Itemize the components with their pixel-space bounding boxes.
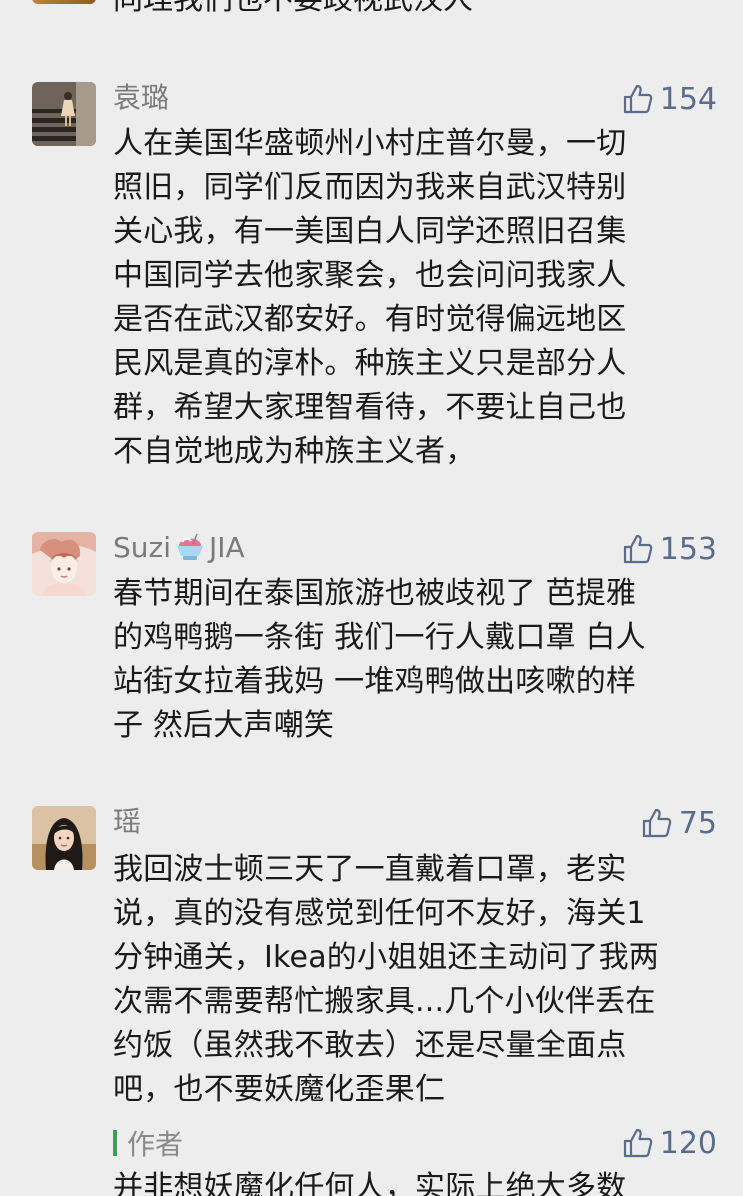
avatar[interactable] bbox=[32, 82, 96, 146]
author-tag: 作者 bbox=[113, 1126, 184, 1161]
thumbs-up-icon bbox=[642, 808, 672, 838]
shaved-ice-emoji bbox=[177, 533, 203, 560]
like-count: 154 bbox=[659, 81, 717, 117]
comment-text: 春节期间在泰国旅游也被歧视了 芭提雅 的鸡鸭鹅一条街 我们一行人戴口罩 白人 站… bbox=[113, 576, 646, 743]
like-count: 120 bbox=[659, 1125, 717, 1161]
like-button[interactable]: 120 bbox=[622, 1125, 717, 1161]
like-count: 75 bbox=[678, 805, 717, 841]
comment-text: 同理我们也不要歧视武汉人 bbox=[113, 0, 473, 22]
like-button[interactable]: 154 bbox=[622, 81, 717, 117]
commenter-name[interactable]: Suzi JIA bbox=[113, 532, 245, 564]
avatar[interactable] bbox=[32, 0, 96, 4]
thumbs-up-icon bbox=[623, 84, 652, 114]
author-bar bbox=[113, 1130, 117, 1156]
like-count: 153 bbox=[659, 531, 717, 567]
commenter-name[interactable]: 袁璐 bbox=[113, 82, 169, 114]
thumbs-up-icon bbox=[623, 1128, 652, 1158]
thumbs-up-icon bbox=[623, 534, 652, 564]
avatar[interactable] bbox=[32, 806, 96, 870]
comment-text: 我回波士顿三天了一直戴着口罩，老实 说，真的没有感觉到任何不友好，海关1 分钟通… bbox=[113, 852, 659, 1107]
commenter-name[interactable]: 瑶 bbox=[113, 806, 141, 838]
author-label: 作者 bbox=[127, 1128, 184, 1161]
reply-text: 并非想妖魔化任何人，实际上绝大多数 bbox=[113, 1170, 627, 1196]
like-button[interactable]: 75 bbox=[641, 805, 717, 841]
avatar[interactable] bbox=[32, 532, 96, 596]
like-button[interactable]: 153 bbox=[622, 531, 717, 567]
comments-page: 同理我们也不要歧视武汉人 袁璐 bbox=[0, 0, 743, 1196]
comment-text: 人在美国华盛顿州小村庄普尔曼，一切 照旧，同学们反而因为我来自武汉特别 关心我，… bbox=[113, 126, 627, 469]
